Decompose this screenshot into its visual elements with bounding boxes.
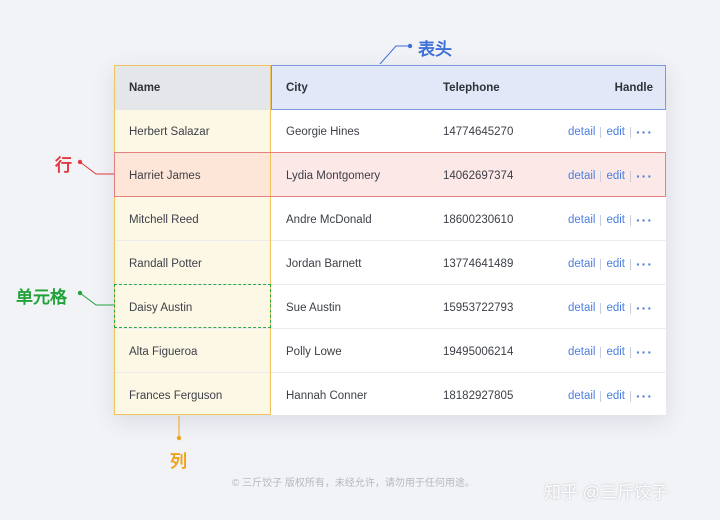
callout-header-label: 表头 bbox=[418, 40, 452, 59]
callout-lines bbox=[77, 43, 413, 441]
copyright-notice: © 三斤饺子 版权所有，未经允许，请勿用于任何用途。 bbox=[232, 478, 475, 489]
callout-cell-label: 单元格 bbox=[16, 288, 67, 307]
watermark: 知乎 @三斤饺子 bbox=[544, 483, 668, 502]
callout-row-label: 行 bbox=[55, 156, 72, 175]
callout-column-label: 列 bbox=[170, 452, 187, 471]
